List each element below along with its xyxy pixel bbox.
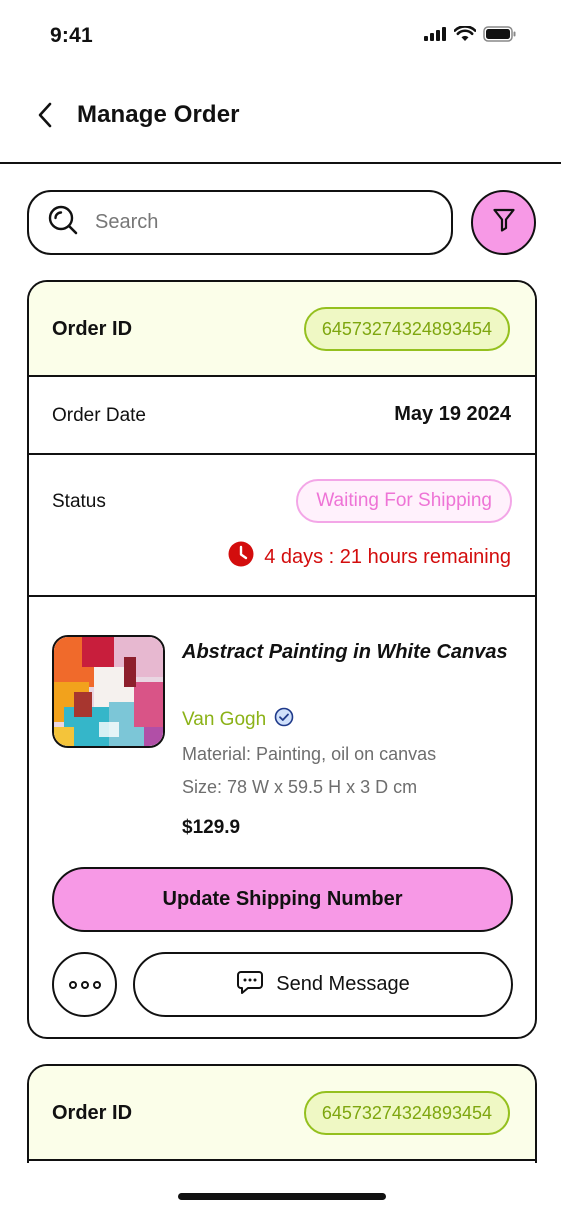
- product-price: $129.9: [182, 817, 241, 838]
- clock-icon: [228, 541, 254, 573]
- wifi-icon: [453, 25, 477, 47]
- status-time: 9:41: [50, 24, 93, 47]
- product-section: Abstract Painting in White Canvas Van Go…: [29, 597, 535, 1037]
- back-button[interactable]: [30, 100, 60, 134]
- battery-icon: [483, 26, 517, 47]
- more-dot-icon: [80, 980, 89, 989]
- send-message-button[interactable]: Send Message: [133, 952, 513, 1017]
- status-label: Status: [52, 491, 106, 512]
- bottom-safe-area: [0, 1163, 561, 1214]
- order-id-badge: 64573274324893454: [303, 307, 510, 351]
- nav-bar: Manage Order: [0, 84, 561, 148]
- search-box[interactable]: [27, 190, 453, 255]
- order-date-value: May 19 2024: [394, 403, 511, 425]
- home-indicator[interactable]: [178, 1193, 386, 1200]
- order-id-row: Order ID 64573274324893454: [29, 282, 535, 377]
- filter-icon: [492, 207, 516, 238]
- chevron-left-icon: [36, 101, 54, 134]
- order-date-label: Order Date: [52, 405, 146, 426]
- more-options-button[interactable]: [52, 952, 117, 1017]
- order-date-row: Order Date May 19 2024: [29, 377, 535, 455]
- product-thumbnail[interactable]: [52, 635, 165, 748]
- artist-name-text: Van Gogh: [182, 709, 267, 730]
- order-status-row: Status Waiting For Shipping 4 days : 21 …: [29, 455, 535, 597]
- status-bar: 9:41: [0, 0, 561, 70]
- verified-icon: [274, 707, 294, 733]
- order-id-badge: 64573274324893454: [303, 1091, 510, 1135]
- product-title[interactable]: Abstract Painting in White Canvas: [182, 637, 512, 667]
- order-id-label: Order ID: [52, 318, 133, 340]
- update-shipping-button[interactable]: Update Shipping Number: [52, 867, 513, 932]
- more-dot-icon: [92, 980, 101, 989]
- signal-icon: [423, 26, 447, 47]
- product-size: Size: 78 W x 59.5 H x 3 D cm: [182, 777, 418, 797]
- search-input[interactable]: [95, 211, 395, 234]
- order-id-row: Order ID 64573274324893454: [29, 1066, 535, 1161]
- status-icons: [423, 25, 517, 47]
- filter-button[interactable]: [471, 190, 536, 255]
- artist-name[interactable]: Van Gogh: [182, 707, 294, 733]
- remaining-text: 4 days : 21 hours remaining: [264, 545, 511, 568]
- page-title: Manage Order: [77, 101, 240, 128]
- more-dot-icon: [68, 980, 77, 989]
- status-badge: Waiting For Shipping: [296, 479, 512, 523]
- order-card: Order ID 64573274324893454 Order Date Ma…: [27, 280, 537, 1039]
- order-id-label: Order ID: [52, 1102, 133, 1124]
- send-message-label: Send Message: [276, 973, 410, 995]
- header-divider: [0, 162, 561, 164]
- remaining-time: 4 days : 21 hours remaining: [228, 541, 511, 573]
- search-icon: [47, 204, 79, 241]
- product-material: Material: Painting, oil on canvas: [182, 744, 437, 764]
- chat-icon: [236, 969, 264, 1001]
